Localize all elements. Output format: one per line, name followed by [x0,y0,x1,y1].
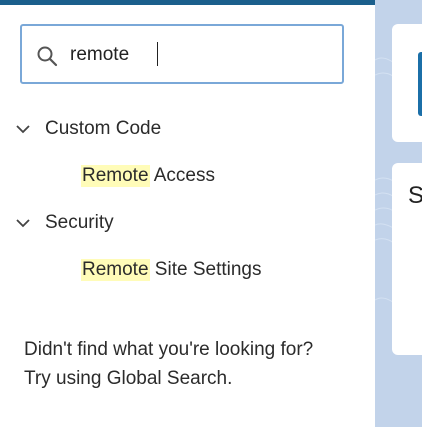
quick-find-search-box[interactable] [20,24,344,84]
group-custom-code[interactable]: Custom Code [14,116,161,142]
chevron-down-icon [16,219,30,228]
background-card-accent [418,52,422,116]
result-label-rest: Access [149,165,216,186]
quick-find-input[interactable] [70,41,330,69]
text-caret [157,42,158,66]
group-security[interactable]: Security [14,210,114,236]
not-found-line-1: Didn't find what you're looking for? [24,339,314,360]
group-label: Security [45,212,114,233]
chevron-down-icon [16,125,30,134]
background-card-heading: S [408,182,422,209]
search-icon [37,46,58,67]
quick-find-panel: Custom Code Remote Access Security Remot… [0,5,375,427]
result-remote-site-settings[interactable]: Remote Site Settings [81,257,261,283]
not-found-line-2: Try using Global Search. [24,368,233,389]
result-label-rest: Site Settings [149,259,262,280]
match-highlight: Remote [81,259,150,281]
result-remote-access[interactable]: Remote Access [81,163,215,189]
not-found-message: Didn't find what you're looking for? Try… [24,335,364,393]
setup-page: Custom Code Remote Access Security Remot… [0,0,422,427]
match-highlight: Remote [81,165,150,187]
group-label: Custom Code [45,118,162,139]
